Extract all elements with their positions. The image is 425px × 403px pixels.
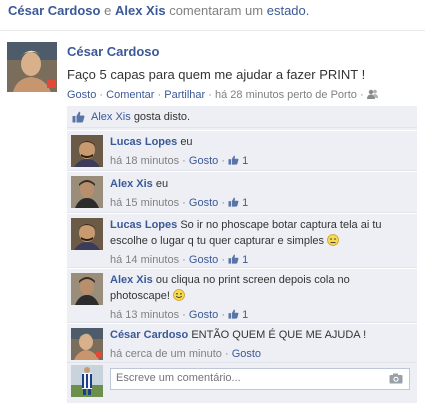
meta-separator: · <box>182 309 186 321</box>
comment-like-link[interactable]: Gosto <box>189 254 218 266</box>
comment-text: eu <box>180 136 193 148</box>
comment-text: eu <box>155 178 169 190</box>
comment-author-link[interactable]: Lucas Lopes <box>110 219 177 231</box>
comment-author-link[interactable]: Alex Xis <box>110 274 153 286</box>
like-count-value: 1 <box>242 155 249 167</box>
comment-avatar[interactable] <box>71 135 103 167</box>
comment-like-count[interactable]: 1 <box>228 309 248 321</box>
post-text: Faço 5 capas para quem me ajudar a fazer… <box>67 67 366 82</box>
comment-item: Lucas Lopes eu há 18 minutos · Gosto · 1 <box>67 130 417 170</box>
post-meta: Gosto · Comentar · Partilhar · há 28 min… <box>67 89 378 101</box>
comment-meta: há cerca de um minuto · Gosto <box>110 346 410 362</box>
comment-like-count[interactable]: 1 <box>228 254 248 266</box>
thumbs-up-icon <box>228 197 239 207</box>
post-author-name[interactable]: César Cardoso <box>67 44 159 59</box>
meta-separator: · <box>221 309 225 321</box>
worried-emoji-icon <box>327 234 339 247</box>
comment-text: ENTÃO QUEM É QUE ME AJUDA ! <box>191 329 367 341</box>
meta-separator: · <box>221 197 225 209</box>
post-share-link[interactable]: Partilhar <box>164 89 205 101</box>
post-author-avatar[interactable] <box>7 42 57 92</box>
comment-time[interactable]: há 18 minutos <box>110 155 179 167</box>
smile-emoji-icon <box>173 289 185 302</box>
meta-separator: · <box>208 89 212 101</box>
composer-avatar <box>71 365 103 397</box>
meta-separator: · <box>359 89 364 101</box>
story-actor-link[interactable]: César Cardoso <box>8 3 100 18</box>
story-verb: comentaram um <box>169 3 264 18</box>
comment-avatar[interactable] <box>71 328 103 360</box>
meta-separator: · <box>221 155 225 167</box>
meta-separator: · <box>224 348 229 360</box>
comment-time[interactable]: há 14 minutos <box>110 254 179 266</box>
comment-item: Lucas Lopes So ir no phoscape botar capt… <box>67 212 417 268</box>
comment-author-link[interactable]: César Cardoso <box>110 329 188 341</box>
comment-like-link[interactable]: Gosto <box>189 155 218 167</box>
meta-separator: · <box>99 89 104 101</box>
comment-item: Alex Xis eu há 15 minutos · Gosto · 1 <box>67 170 417 212</box>
like-count-value: 1 <box>242 254 249 266</box>
like-count-value: 1 <box>242 197 249 209</box>
comment-time[interactable]: há cerca de um minuto <box>110 348 222 360</box>
camera-icon[interactable] <box>389 373 403 387</box>
comment-item: Alex Xis ou cliqua no print screen depoi… <box>67 267 417 323</box>
comment-author-link[interactable]: Lucas Lopes <box>110 136 177 148</box>
comment-avatar[interactable] <box>71 176 103 208</box>
comment-time[interactable]: há 15 minutos <box>110 197 179 209</box>
post-like-link[interactable]: Gosto <box>67 89 96 101</box>
comment-author-link[interactable]: Alex Xis <box>110 178 153 190</box>
comment-input[interactable] <box>116 372 376 384</box>
comment-meta: há 14 minutos · Gosto · 1 <box>110 252 410 268</box>
story-actor2-link[interactable]: Alex Xis <box>115 3 166 18</box>
comment-meta: há 15 minutos · Gosto · 1 <box>110 195 410 211</box>
feedback-panel: Alex Xis gosta disto. Lucas Lopes eu há … <box>67 106 417 403</box>
comment-like-link[interactable]: Gosto <box>232 348 261 360</box>
comment-avatar[interactable] <box>71 273 103 305</box>
comment-like-link[interactable]: Gosto <box>189 197 218 209</box>
story-conj: e <box>104 3 112 18</box>
likes-suffix: gosta disto. <box>133 111 191 123</box>
post-time[interactable]: há 28 minutos perto de Porto <box>215 89 357 101</box>
friends-icon[interactable] <box>366 89 378 101</box>
comment-avatar[interactable] <box>71 218 103 250</box>
meta-separator: · <box>182 197 186 209</box>
comment-item: César Cardoso ENTÃO QUEM É QUE ME AJUDA … <box>67 322 417 363</box>
meta-separator: · <box>221 254 225 266</box>
story-object-link[interactable]: estado. <box>267 3 310 18</box>
meta-separator: · <box>157 89 162 101</box>
story-header: César Cardoso e Alex Xis comentaram um e… <box>8 3 309 18</box>
comment-like-count[interactable]: 1 <box>228 155 248 167</box>
likes-name-link[interactable]: Alex Xis <box>91 111 131 123</box>
comment-meta: há 18 minutos · Gosto · 1 <box>110 153 410 169</box>
like-count-value: 1 <box>242 309 249 321</box>
comment-composer[interactable] <box>110 368 410 390</box>
divider <box>0 30 425 31</box>
post-comment-link[interactable]: Comentar <box>106 89 154 101</box>
thumbs-up-icon <box>228 155 239 165</box>
comment-like-count[interactable]: 1 <box>228 197 248 209</box>
meta-separator: · <box>182 155 186 167</box>
likes-row: Alex Xis gosta disto. <box>67 106 417 128</box>
thumbs-up-icon <box>228 309 239 319</box>
thumbs-up-icon <box>228 254 239 264</box>
thumbs-up-icon <box>72 111 85 126</box>
comment-like-link[interactable]: Gosto <box>189 309 218 321</box>
comment-meta: há 13 minutos · Gosto · 1 <box>110 307 410 323</box>
meta-separator: · <box>182 254 186 266</box>
comment-time[interactable]: há 13 minutos <box>110 309 179 321</box>
